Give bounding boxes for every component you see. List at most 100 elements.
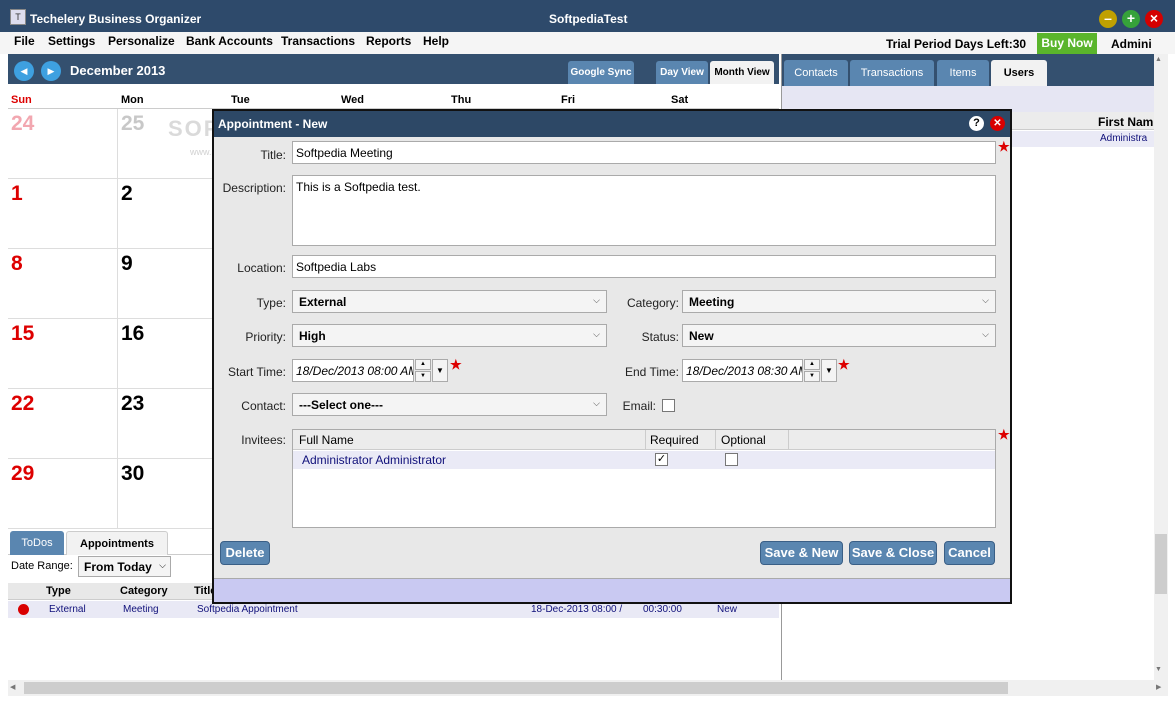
day-number: 15: [11, 322, 35, 345]
contact-label: Contact:: [241, 399, 286, 413]
day-number: 23: [121, 392, 145, 415]
priority-select[interactable]: High ⌵: [292, 324, 607, 347]
status-select[interactable]: New ⌵: [682, 324, 996, 347]
chevron-down-icon: ⌵: [593, 398, 600, 408]
menu-personalize[interactable]: Personalize: [108, 34, 175, 48]
menu-file[interactable]: File: [14, 34, 35, 48]
horizontal-scrollbar[interactable]: ◀ ▶: [8, 680, 1168, 696]
contact-select[interactable]: ---Select one--- ⌵: [292, 393, 607, 416]
menu-bar: File Settings Personalize Bank Accounts …: [0, 32, 1175, 54]
scroll-left-icon[interactable]: ◀: [10, 683, 15, 691]
optional-checkbox[interactable]: [725, 453, 738, 466]
location-input[interactable]: Softpedia Labs: [292, 255, 996, 278]
hscroll-thumb[interactable]: [24, 682, 1008, 694]
required-star: ★: [998, 427, 1010, 442]
tab-items[interactable]: Items: [937, 60, 989, 86]
invitees-grid: Full Name Required Optional Administrato…: [292, 429, 996, 528]
start-time-input[interactable]: 18/Dec/2013 08:00 AM: [292, 359, 414, 382]
cancel-button[interactable]: Cancel: [944, 541, 995, 565]
weekday-wed: Wed: [341, 94, 365, 106]
col-title[interactable]: Title: [194, 585, 214, 597]
vertical-scrollbar[interactable]: ▲ ▼: [1154, 54, 1168, 680]
tab-google-sync[interactable]: Google Sync: [568, 61, 634, 84]
table-row[interactable]: Administrator Administrator ✓: [293, 451, 995, 469]
tab-appointments[interactable]: Appointments: [66, 531, 168, 555]
col-required[interactable]: Required: [650, 433, 699, 447]
column-divider: [645, 430, 646, 450]
day-cell[interactable]: 15: [8, 319, 118, 389]
save-new-button[interactable]: Save & New: [760, 541, 843, 565]
close-window-icon[interactable]: ×: [1145, 10, 1163, 28]
cell-first-name: Administra: [1100, 133, 1148, 144]
prev-month-icon[interactable]: ◀: [14, 61, 34, 81]
spin-up-icon[interactable]: ▲: [415, 359, 431, 370]
calendar-dropdown-icon[interactable]: ▼: [821, 359, 837, 382]
scroll-thumb[interactable]: [1155, 534, 1167, 594]
required-checkbox[interactable]: ✓: [655, 453, 668, 466]
col-full-name[interactable]: Full Name: [299, 433, 354, 447]
location-label: Location:: [237, 261, 286, 275]
weekday-mon: Mon: [121, 94, 144, 106]
title-label: Title:: [260, 148, 286, 162]
weekday-thu: Thu: [451, 94, 472, 106]
col-optional[interactable]: Optional: [721, 433, 766, 447]
day-cell[interactable]: 8: [8, 249, 118, 319]
menu-transactions[interactable]: Transactions: [281, 34, 355, 48]
menu-reports[interactable]: Reports: [366, 34, 411, 48]
col-first-name[interactable]: First Nam: [1098, 115, 1153, 129]
next-month-icon[interactable]: ▶: [41, 61, 61, 81]
col-type[interactable]: Type: [46, 585, 71, 597]
menu-help[interactable]: Help: [423, 34, 449, 48]
column-divider: [715, 430, 716, 450]
day-cell[interactable]: 24: [8, 109, 118, 179]
start-time-label: Start Time:: [227, 365, 286, 379]
tab-todos[interactable]: ToDos: [10, 531, 64, 555]
column-divider: [788, 430, 789, 450]
maximize-icon[interactable]: +: [1122, 10, 1140, 28]
description-label: Description:: [222, 181, 286, 195]
day-cell[interactable]: 29: [8, 459, 118, 529]
category-select[interactable]: Meeting ⌵: [682, 290, 996, 313]
description-textarea[interactable]: This is a Softpedia test.: [292, 175, 996, 246]
day-cell[interactable]: 1: [8, 179, 118, 249]
spin-up-icon[interactable]: ▲: [804, 359, 820, 370]
help-icon[interactable]: ?: [969, 116, 984, 131]
tab-day-view[interactable]: Day View: [656, 61, 708, 84]
tab-users[interactable]: Users: [991, 60, 1047, 86]
right-panel-tabs: Contacts Transactions Items Users: [782, 54, 1168, 86]
scroll-up-icon[interactable]: ▲: [1155, 56, 1162, 63]
tab-transactions[interactable]: Transactions: [850, 60, 934, 86]
calendar-dropdown-icon[interactable]: ▼: [432, 359, 448, 382]
spin-down-icon[interactable]: ▼: [415, 371, 431, 382]
scroll-down-icon[interactable]: ▼: [1155, 666, 1162, 673]
calendar-header: ◀ ▶ December 2013 Google Sync Day View M…: [8, 54, 779, 84]
category-value: Meeting: [689, 295, 735, 309]
menu-bank-accounts[interactable]: Bank Accounts: [186, 34, 273, 48]
tab-contacts[interactable]: Contacts: [784, 60, 848, 86]
day-cell[interactable]: 22: [8, 389, 118, 459]
email-label: Email:: [622, 399, 656, 413]
contact-value: ---Select one---: [299, 398, 383, 412]
save-close-button[interactable]: Save & Close: [849, 541, 937, 565]
end-time-spinner[interactable]: ▲ ▼ ▼: [804, 359, 838, 382]
minimize-icon[interactable]: –: [1099, 10, 1117, 28]
email-checkbox[interactable]: [662, 399, 675, 412]
weekday-tue: Tue: [231, 94, 250, 106]
menu-settings[interactable]: Settings: [48, 34, 95, 48]
window-titlebar: T Techelery Business Organizer Softpedia…: [0, 0, 1175, 32]
delete-button[interactable]: Delete: [220, 541, 270, 565]
end-time-input[interactable]: 18/Dec/2013 08:30 AM: [682, 359, 803, 382]
type-select[interactable]: External ⌵: [292, 290, 607, 313]
date-range-select[interactable]: From Today ⌵: [78, 556, 171, 577]
buy-now-button[interactable]: Buy Now: [1037, 33, 1097, 54]
weekday-sun: Sun: [11, 94, 32, 106]
scroll-right-icon[interactable]: ▶: [1156, 683, 1161, 691]
title-input[interactable]: Softpedia Meeting: [292, 141, 996, 164]
spin-down-icon[interactable]: ▼: [804, 371, 820, 382]
chevron-down-icon: ⌵: [982, 295, 989, 305]
user-name[interactable]: Admini: [1111, 37, 1152, 51]
col-category[interactable]: Category: [120, 585, 168, 597]
start-time-spinner[interactable]: ▲ ▼ ▼: [415, 359, 449, 382]
tab-month-view[interactable]: Month View: [710, 61, 774, 84]
close-icon[interactable]: ✕: [990, 116, 1005, 131]
